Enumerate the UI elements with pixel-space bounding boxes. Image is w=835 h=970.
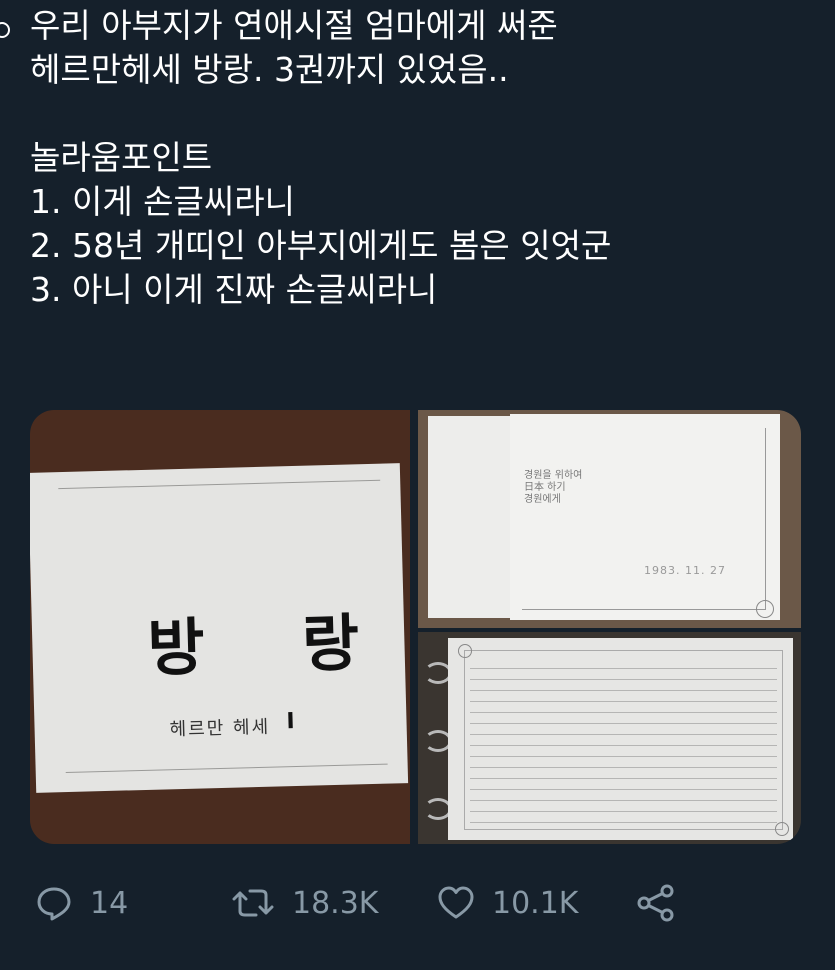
tweet-line: 우리 아부지가 연애시절 엄마에게 써준 — [30, 6, 558, 45]
share-icon — [637, 884, 674, 922]
photo-title-page[interactable]: 경원을 위하여 日本 하기 경원에게 1983. 11. 27 — [418, 410, 801, 628]
tweet-text: 우리 아부지가 연애시절 엄마에게 써준 헤르만헤세 방랑. 3권까지 있었음.… — [30, 4, 820, 312]
retweet-count: 18.3K — [292, 885, 379, 921]
corner-ornament — [775, 822, 789, 836]
corner-ornament — [458, 644, 472, 658]
dedication-line: 日本 하기 — [524, 482, 566, 493]
dedication-line: 경원에게 — [524, 494, 561, 505]
tweet-line: 놀라움포인트 — [30, 138, 213, 177]
cover-volume: I — [286, 709, 295, 735]
retweet-icon — [232, 889, 274, 917]
cover-rule — [58, 479, 381, 490]
tweet-actions: 14 18.3K 10.1K — [34, 880, 814, 926]
media-grid: 방 랑 헤르만 헤세 I 경원을 위하여 日本 하기 경원에게 1983. 11… — [30, 410, 801, 844]
tweet-line: 3. 아니 이게 진짜 손글씨라니 — [30, 270, 438, 309]
reply-button[interactable]: 14 — [34, 880, 128, 926]
blank-page — [428, 416, 510, 618]
title-page: 경원을 위하여 日本 하기 경원에게 1983. 11. 27 — [510, 414, 780, 620]
tweet-line: 2. 58년 개띠인 아부지에게도 봄은 잇엇군 — [30, 226, 612, 265]
handwritten-page — [448, 638, 793, 840]
thread-indicator — [0, 22, 10, 38]
page-frame — [522, 428, 766, 610]
like-button[interactable]: 10.1K — [436, 880, 578, 926]
corner-ornament — [756, 600, 774, 618]
tweet-line: 1. 이게 손글씨라니 — [30, 182, 295, 221]
dedication-line: 경원을 위하여 — [524, 470, 583, 481]
cover-title: 방 랑 — [146, 605, 399, 685]
dedication: 경원을 위하여 日本 하기 경원에게 — [524, 470, 582, 506]
photo-handwritten-page[interactable] — [418, 632, 801, 844]
reply-count: 14 — [90, 885, 129, 921]
heart-icon — [438, 886, 474, 919]
handwriting-lines — [470, 660, 777, 824]
reply-icon — [37, 887, 71, 921]
tweet-line: 헤르만헤세 방랑. 3권까지 있었음.. — [30, 50, 509, 89]
like-count: 10.1K — [492, 885, 579, 921]
retweet-button[interactable]: 18.3K — [230, 880, 378, 926]
share-button[interactable] — [634, 880, 678, 926]
photo-book-cover[interactable]: 방 랑 헤르만 헤세 I — [30, 410, 410, 844]
dedication-date: 1983. 11. 27 — [644, 564, 726, 577]
cover-author: 헤르만 헤세 — [169, 716, 271, 741]
cover-page: 방 랑 헤르만 헤세 I — [30, 463, 409, 793]
cover-rule — [65, 763, 388, 774]
